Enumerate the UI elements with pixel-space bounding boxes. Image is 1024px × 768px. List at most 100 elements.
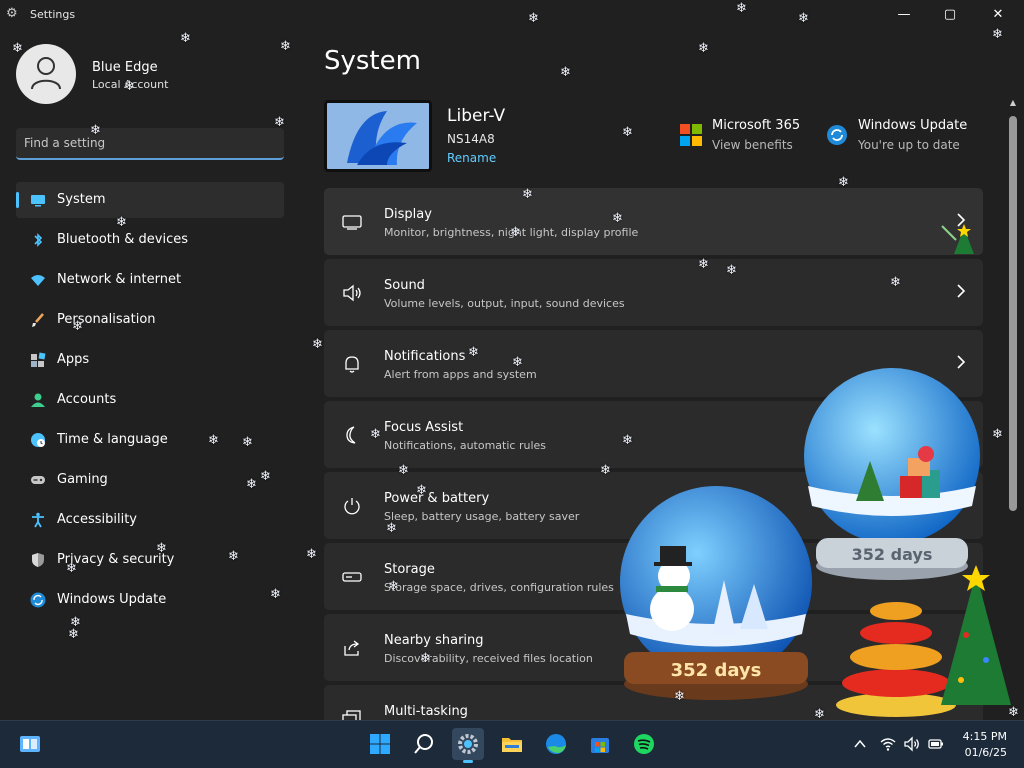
sidebar-item-label: Accessibility bbox=[57, 512, 137, 527]
minimize-button[interactable]: — bbox=[880, 0, 928, 30]
sidebar-item-privacy[interactable]: Privacy & security bbox=[16, 542, 284, 578]
person-icon bbox=[31, 57, 61, 90]
sidebar-nav: System Bluetooth & devices Network & int… bbox=[16, 182, 284, 622]
card-title: Focus Assist bbox=[384, 420, 464, 435]
sidebar-item-label: Apps bbox=[57, 352, 90, 367]
snowflake-icon: ❄ bbox=[560, 65, 571, 80]
maximize-button[interactable]: ▢ bbox=[926, 0, 974, 30]
file-explorer-icon bbox=[502, 738, 522, 752]
snowflake-icon: ❄ bbox=[66, 561, 77, 576]
sidebar-item-personalisation[interactable]: Personalisation bbox=[16, 302, 284, 338]
sidebar: Blue Edge Local Account System Bluetooth… bbox=[0, 32, 300, 720]
microsoft-logo-icon bbox=[680, 124, 702, 146]
search-input[interactable] bbox=[16, 128, 284, 158]
snowflake-icon: ❄ bbox=[260, 469, 271, 484]
share-icon bbox=[344, 640, 360, 656]
taskbar-clock-date[interactable]: 01/6/25 bbox=[955, 746, 1007, 759]
page-title: System bbox=[324, 46, 421, 76]
sidebar-item-accessibility[interactable]: Accessibility bbox=[16, 502, 284, 538]
sidebar-item-label: Bluetooth & devices bbox=[57, 232, 188, 247]
snowflake-icon: ❄ bbox=[420, 651, 431, 666]
rename-link[interactable]: Rename bbox=[447, 151, 496, 165]
snowflake-icon: ❄ bbox=[270, 587, 281, 602]
snowflake-icon: ❄ bbox=[116, 215, 127, 230]
start-icon bbox=[370, 734, 390, 754]
sidebar-item-system[interactable]: System bbox=[16, 182, 284, 218]
taskbar-search-button[interactable] bbox=[408, 728, 440, 760]
start-button[interactable] bbox=[364, 728, 396, 760]
snowflake-icon: ❄ bbox=[1008, 705, 1019, 720]
sidebar-item-network[interactable]: Network & internet bbox=[16, 262, 284, 298]
edge-button[interactable] bbox=[540, 728, 572, 760]
sound-card[interactable]: Sound Volume levels, output, input, soun… bbox=[324, 259, 983, 326]
device-model: NS14A8 bbox=[447, 132, 495, 146]
update-icon bbox=[30, 592, 46, 608]
snowflake-icon: ❄ bbox=[522, 187, 533, 202]
search-box[interactable] bbox=[16, 128, 284, 160]
card-subtitle: Volume levels, output, input, sound devi… bbox=[384, 297, 625, 310]
globe-clock-icon bbox=[31, 433, 45, 447]
quick-link-title: Microsoft 365 bbox=[712, 118, 801, 133]
accessibility-icon bbox=[32, 512, 44, 528]
display-card[interactable]: Display Monitor, brightness, night light… bbox=[324, 188, 983, 255]
globe-days-label: 352 days bbox=[852, 545, 933, 564]
title-bar: ⚙ Settings — ▢ ✕ bbox=[0, 0, 1024, 32]
system-icon bbox=[31, 195, 45, 207]
snowflake-icon: ❄ bbox=[228, 549, 239, 564]
card-subtitle: Storage space, drives, configuration rul… bbox=[384, 581, 614, 594]
bluetooth-icon bbox=[34, 233, 43, 247]
snowflake-icon: ❄ bbox=[622, 433, 633, 448]
snowflake-icon: ❄ bbox=[622, 125, 633, 140]
snowflake-icon: ❄ bbox=[398, 463, 409, 478]
monitor-icon bbox=[342, 215, 362, 230]
sidebar-item-gaming[interactable]: Gaming bbox=[16, 462, 284, 498]
sidebar-item-apps[interactable]: Apps bbox=[16, 342, 284, 378]
moon-icon bbox=[346, 426, 356, 444]
snowflake-icon: ❄ bbox=[736, 1, 747, 16]
person-icon bbox=[31, 393, 45, 407]
snowflake-icon: ❄ bbox=[274, 115, 285, 130]
avatar[interactable] bbox=[16, 44, 76, 104]
microsoft-365-link[interactable]: Microsoft 365 View benefits bbox=[680, 118, 810, 158]
snowflake-icon: ❄ bbox=[306, 547, 317, 562]
edge-icon bbox=[546, 734, 566, 754]
chevron-up-icon[interactable] bbox=[852, 736, 868, 752]
refresh-icon bbox=[827, 125, 847, 145]
wallpaper-bloom-image bbox=[327, 103, 429, 169]
file-explorer-button[interactable] bbox=[496, 728, 528, 760]
snowflake-icon: ❄ bbox=[180, 31, 191, 46]
sidebar-item-windows-update[interactable]: Windows Update bbox=[16, 582, 284, 618]
card-title: Storage bbox=[384, 562, 435, 577]
volume-icon[interactable] bbox=[904, 736, 920, 752]
windows-update-link[interactable]: Windows Update You're up to date bbox=[826, 118, 976, 158]
snowflake-icon: ❄ bbox=[798, 11, 809, 26]
taskbar-clock-time[interactable]: 4:15 PM bbox=[955, 730, 1007, 743]
snowflake-icon: ❄ bbox=[698, 257, 709, 272]
snowflake-icon: ❄ bbox=[674, 689, 685, 704]
sidebar-item-label: Time & language bbox=[57, 432, 168, 447]
card-title: Nearby sharing bbox=[384, 633, 484, 648]
sidebar-item-bluetooth[interactable]: Bluetooth & devices bbox=[16, 222, 284, 258]
sidebar-item-label: Network & internet bbox=[57, 272, 182, 287]
battery-icon[interactable] bbox=[928, 736, 944, 752]
settings-gear-icon: ⚙ bbox=[6, 6, 18, 21]
snowflake-icon: ❄ bbox=[512, 355, 523, 370]
settings-taskbar-button[interactable] bbox=[452, 728, 484, 763]
sidebar-item-label: System bbox=[57, 192, 106, 207]
store-button[interactable] bbox=[584, 728, 616, 760]
close-button[interactable]: ✕ bbox=[974, 0, 1022, 30]
sidebar-item-label: Accounts bbox=[57, 392, 117, 407]
widgets-button[interactable] bbox=[14, 728, 46, 760]
scrollbar-thumb[interactable] bbox=[1009, 116, 1017, 511]
spotify-button[interactable] bbox=[628, 728, 660, 760]
snowflake-icon: ❄ bbox=[370, 427, 381, 442]
device-name: Liber-V bbox=[447, 106, 506, 126]
wifi-icon[interactable] bbox=[880, 736, 896, 752]
sidebar-item-accounts[interactable]: Accounts bbox=[16, 382, 284, 418]
snowflake-icon: ❄ bbox=[156, 541, 167, 556]
sidebar-item-label: Gaming bbox=[57, 472, 108, 487]
scroll-up-arrow-icon[interactable]: ▲ bbox=[1008, 98, 1018, 108]
snowflake-icon: ❄ bbox=[726, 263, 737, 278]
snowflake-icon: ❄ bbox=[242, 435, 253, 450]
snowflake-icon: ❄ bbox=[386, 521, 397, 536]
